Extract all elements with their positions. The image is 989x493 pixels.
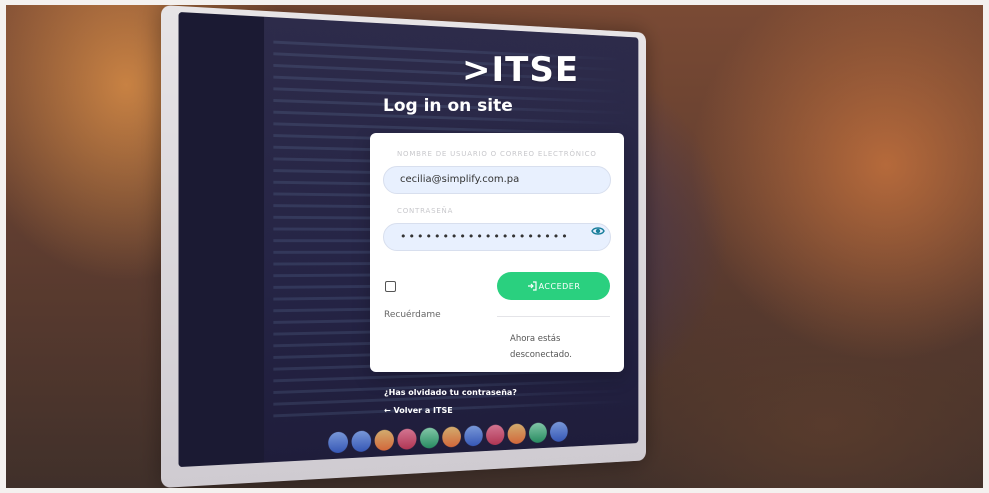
login-button[interactable]: ACCEDER xyxy=(497,272,610,300)
eye-icon[interactable] xyxy=(591,225,605,237)
remember-label: Recuérdame xyxy=(384,310,441,320)
page-title: Log in on site xyxy=(383,96,513,116)
dock-icons xyxy=(328,419,574,455)
forgot-password-link[interactable]: ¿Has olvidado tu contraseña? xyxy=(384,388,517,397)
password-label: CONTRASEÑA xyxy=(397,207,454,215)
status-message: Ahora estás desconectado. xyxy=(510,334,572,360)
password-input[interactable]: •••••••••••••••••••• xyxy=(383,223,611,251)
remember-checkbox[interactable] xyxy=(385,281,396,292)
login-arrow-icon xyxy=(527,281,537,291)
itse-logo: >ITSE xyxy=(462,50,580,90)
back-to-site-link[interactable]: ← Volver a ITSE xyxy=(384,406,453,415)
editor-sidebar xyxy=(178,11,265,468)
login-card: NOMBRE DE USUARIO O CORREO ELECTRÓNICO c… xyxy=(370,133,624,372)
status-divider xyxy=(497,316,610,317)
login-button-label: ACCEDER xyxy=(538,281,581,291)
username-label: NOMBRE DE USUARIO O CORREO ELECTRÓNICO xyxy=(397,150,597,158)
username-input[interactable]: cecilia@simplify.com.pa xyxy=(383,166,611,194)
